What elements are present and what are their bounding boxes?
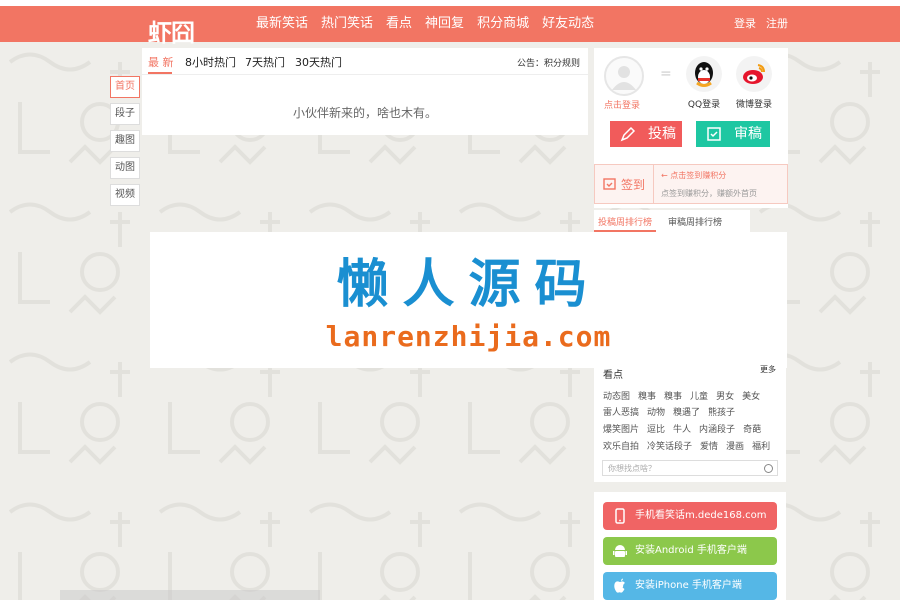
tag[interactable]: 动态图 <box>603 389 630 402</box>
tag-row-3: 爆笑图片 逗比 牛人 内涵段子 奇葩 <box>603 422 769 435</box>
tag[interactable]: 动物 <box>647 405 665 418</box>
checkin-tip: ← 点击签到赚积分 <box>661 171 727 180</box>
empty-feed-message: 小伙伴新来的，啥也木有。 <box>292 106 437 120</box>
weibo-login-button[interactable]: 微博登录 <box>734 56 774 110</box>
tag[interactable]: 糗事 <box>664 389 682 402</box>
ranking-tabs: 投稿周排行榜 审稿周排行榜 <box>594 210 750 232</box>
mobile-site-button[interactable]: 手机看笑话m.dede168.com <box>603 502 777 530</box>
tags-title: 看点 <box>603 370 623 381</box>
nav-latest-jokes[interactable]: 最新笑话 <box>256 6 308 42</box>
top-navbar: 虾囧 最新笑话 热门笑话 看点 神回复 积分商城 好友动态 登录 注册 <box>0 6 900 47</box>
qq-login-button[interactable]: QQ登录 <box>684 56 724 110</box>
checkin-description: 点签到赚积分，赚额外首页 <box>661 189 757 198</box>
feed-panel: 最 新 8小时热门 7天热门 30天热门 公告：积分规则 小伙伴新来的，啥也木有… <box>142 48 588 135</box>
tag[interactable]: 逗比 <box>647 422 665 435</box>
left-category-nav: 首页 段子 趣图 动图 视频 <box>110 76 140 211</box>
highlights-tag-panel: 看点 更多 动态图 糗事 糗事 儿童 男女 美女 雷人恶搞 动物 糗遇了 熊孩子… <box>594 356 786 482</box>
tab-review-weekly-rank[interactable]: 审稿周排行榜 <box>668 215 722 228</box>
tab-30d-hot[interactable]: 30天热门 <box>295 54 342 70</box>
click-login-link[interactable]: 点击登录 <box>604 98 640 111</box>
login-link[interactable]: 登录 <box>734 6 756 42</box>
apple-icon <box>614 578 625 593</box>
tag[interactable]: 儿童 <box>690 389 708 402</box>
active-tab-indicator <box>148 72 172 74</box>
pencil-icon <box>620 126 636 142</box>
tag[interactable]: 爆笑图片 <box>603 422 639 435</box>
tag[interactable]: 熊孩子 <box>708 405 735 418</box>
checkin-button[interactable]: 签到 <box>595 165 654 203</box>
tag[interactable]: 糗事 <box>638 389 656 402</box>
tag[interactable]: 内涵段子 <box>699 422 735 435</box>
search-placeholder: 你想找点啥？ <box>608 464 656 473</box>
nav-friend-activity[interactable]: 好友动态 <box>542 6 594 42</box>
tag[interactable]: 美女 <box>742 389 760 402</box>
tag[interactable]: 糗遇了 <box>673 405 700 418</box>
main-nav: 最新笑话 热门笑话 看点 神回复 积分商城 好友动态 <box>256 6 607 42</box>
partial-content-below <box>60 590 320 600</box>
nav-highlights[interactable]: 看点 <box>386 6 412 42</box>
weibo-icon <box>743 64 765 84</box>
site-logo[interactable]: 虾囧 <box>148 13 195 48</box>
tag-row-1: 动态图 糗事 糗事 儿童 男女 美女 <box>603 389 768 402</box>
tag-row-4: 欢乐自拍 冷笑话段子 爱情 漫画 福利 <box>603 439 778 452</box>
phone-icon <box>615 508 625 524</box>
review-posts-button[interactable]: 审稿 <box>696 121 770 147</box>
calendar-check-icon <box>603 178 616 190</box>
ad-domain-text: lanrenzhijia.com <box>325 320 612 353</box>
android-icon <box>613 545 627 557</box>
notice-link[interactable]: 公告：积分规则 <box>517 56 580 69</box>
tag[interactable]: 福利 <box>752 439 770 452</box>
feed-tabs: 最 新 8小时热门 7天热门 30天热门 公告：积分规则 <box>142 48 588 75</box>
register-link[interactable]: 注册 <box>766 6 788 42</box>
nav-hot-jokes[interactable]: 热门笑话 <box>321 6 373 42</box>
leftnav-item-funny-pics[interactable]: 趣图 <box>110 130 140 152</box>
tag[interactable]: 爱情 <box>700 439 718 452</box>
leftnav-item-jokes[interactable]: 段子 <box>110 103 140 125</box>
nav-god-replies[interactable]: 神回复 <box>425 6 464 42</box>
tag-search-input[interactable]: 你想找点啥？ <box>602 460 778 476</box>
android-app-label: 安装Android 手机客户端 <box>635 545 747 556</box>
mobile-site-label: 手机看笑话m.dede168.com <box>635 510 767 521</box>
checklist-icon <box>707 127 721 141</box>
app-download-panel: 手机看笑话m.dede168.com 安装Android 手机客户端 安装iPh… <box>594 492 786 600</box>
auth-links: 登录 注册 <box>724 6 788 42</box>
qq-penguin-icon <box>695 62 713 87</box>
checkin-label: 签到 <box>621 178 646 192</box>
user-sidebar-panel: 点击登录 = QQ登录 微博登录 投稿 审稿 签到 ← 点击签到赚积分 点签到赚… <box>594 48 788 208</box>
iphone-app-label: 安装iPhone 手机客户端 <box>635 580 742 591</box>
equals-divider: = <box>660 66 672 82</box>
tag-row-2: 雷人恶搞 动物 糗遇了 熊孩子 <box>603 405 743 418</box>
leftnav-item-home[interactable]: 首页 <box>110 76 140 98</box>
tag[interactable]: 雷人恶搞 <box>603 405 639 418</box>
submit-post-button[interactable]: 投稿 <box>610 121 682 147</box>
tag[interactable]: 男女 <box>716 389 734 402</box>
android-app-button[interactable]: 安装Android 手机客户端 <box>603 537 777 565</box>
tag[interactable]: 冷笑话段子 <box>647 439 692 452</box>
review-posts-label: 审稿 <box>734 126 762 142</box>
tags-more-link[interactable]: 更多 <box>760 364 776 375</box>
tag[interactable]: 奇葩 <box>743 422 761 435</box>
tab-post-weekly-rank[interactable]: 投稿周排行榜 <box>598 215 652 228</box>
checkin-tip-text: 点击签到赚积分 <box>670 171 727 180</box>
iphone-app-button[interactable]: 安装iPhone 手机客户端 <box>603 572 777 600</box>
leftnav-item-videos[interactable]: 视频 <box>110 184 140 206</box>
search-icon[interactable] <box>764 464 773 473</box>
nav-points-mall[interactable]: 积分商城 <box>477 6 529 42</box>
watermark-ad-banner: 懒人源码 lanrenzhijia.com <box>150 232 787 368</box>
avatar[interactable] <box>604 56 644 96</box>
ad-chinese-text: 懒人源码 <box>336 255 601 315</box>
submit-post-label: 投稿 <box>648 126 676 142</box>
tab-latest[interactable]: 最 新 <box>148 54 174 70</box>
tab-8h-hot[interactable]: 8小时热门 <box>185 54 236 70</box>
leftnav-item-gifs[interactable]: 动图 <box>110 157 140 179</box>
tag[interactable]: 牛人 <box>673 422 691 435</box>
qq-login-label: QQ登录 <box>687 100 721 110</box>
checkin-box[interactable]: 签到 ← 点击签到赚积分 点签到赚积分，赚额外首页 <box>594 164 788 204</box>
tab-7d-hot[interactable]: 7天热门 <box>245 54 285 70</box>
user-silhouette-icon <box>612 66 636 90</box>
weibo-login-label: 微博登录 <box>735 100 772 110</box>
tag[interactable]: 欢乐自拍 <box>603 439 639 452</box>
tag[interactable]: 漫画 <box>726 439 744 452</box>
